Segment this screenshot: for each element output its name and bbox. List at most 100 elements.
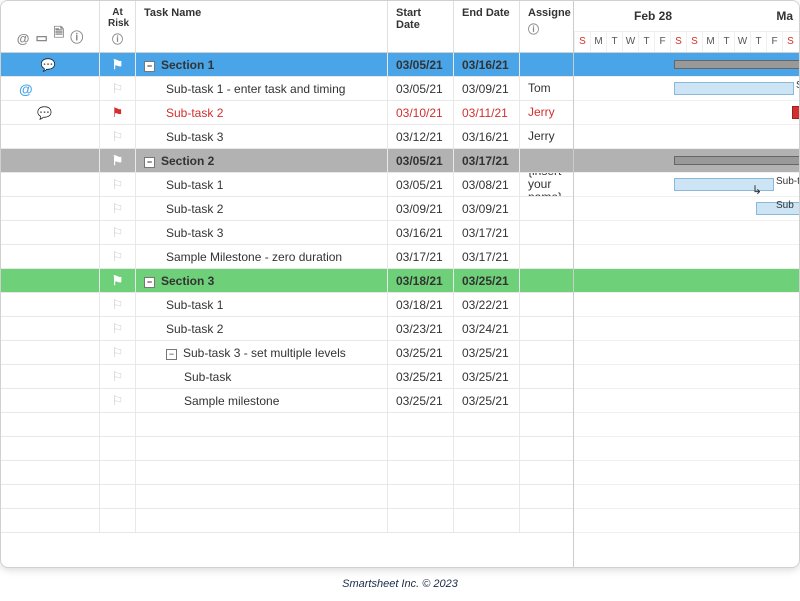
- cell-task-name[interactable]: −Sub-task 3 - set multiple levels: [135, 341, 387, 364]
- cell-start-date[interactable]: [387, 461, 453, 484]
- cell-start-date[interactable]: 03/16/21: [387, 221, 453, 244]
- cell-task-name[interactable]: Sub-task 3: [135, 125, 387, 148]
- cell-atrisk[interactable]: ⚐: [99, 125, 135, 148]
- cell-task-name[interactable]: Sub-task: [135, 365, 387, 388]
- cell-assignee[interactable]: [519, 221, 573, 244]
- cell-end-date[interactable]: 03/17/21: [453, 245, 519, 268]
- flag-icon[interactable]: ⚐: [112, 393, 124, 409]
- cell-task-name[interactable]: Sub-task 2: [135, 101, 387, 124]
- task-row[interactable]: @⚐Sub-task 1 - enter task and timing03/0…: [1, 77, 573, 101]
- collapse-toggle[interactable]: −: [144, 61, 155, 72]
- cell-end-date[interactable]: [453, 485, 519, 508]
- cell-assignee[interactable]: [519, 149, 573, 172]
- task-row[interactable]: ⚐Sub-task 103/18/2103/22/21: [1, 293, 573, 317]
- cell-start-date[interactable]: 03/25/21: [387, 365, 453, 388]
- cell-end-date[interactable]: 03/09/21: [453, 77, 519, 100]
- cell-start-date[interactable]: 03/23/21: [387, 317, 453, 340]
- flag-icon[interactable]: ⚐: [112, 129, 124, 145]
- cell-end-date[interactable]: 03/17/21: [453, 221, 519, 244]
- task-row[interactable]: ⚐Sub-task 303/12/2103/16/21Jerry: [1, 125, 573, 149]
- cell-atrisk[interactable]: [99, 461, 135, 484]
- cell-task-name[interactable]: −Section 2: [135, 149, 387, 172]
- cell-assignee[interactable]: [519, 389, 573, 412]
- cell-atrisk[interactable]: ⚐: [99, 197, 135, 220]
- cell-atrisk[interactable]: [99, 509, 135, 532]
- cell-task-name[interactable]: Sub-task 3: [135, 221, 387, 244]
- col-header-end[interactable]: End Date: [453, 1, 519, 52]
- cell-end-date[interactable]: [453, 437, 519, 460]
- cell-end-date[interactable]: 03/25/21: [453, 269, 519, 292]
- cell-assignee[interactable]: [519, 197, 573, 220]
- cell-task-name[interactable]: Sample milestone: [135, 389, 387, 412]
- cell-assignee[interactable]: [519, 413, 573, 436]
- flag-icon[interactable]: ⚑: [112, 57, 124, 73]
- cell-atrisk[interactable]: ⚐: [99, 173, 135, 196]
- cell-end-date[interactable]: 03/25/21: [453, 365, 519, 388]
- cell-end-date[interactable]: 03/25/21: [453, 389, 519, 412]
- cell-atrisk[interactable]: ⚐: [99, 365, 135, 388]
- cell-assignee[interactable]: [519, 317, 573, 340]
- cell-atrisk[interactable]: ⚐: [99, 341, 135, 364]
- cell-assignee[interactable]: Tom: [519, 77, 573, 100]
- cell-start-date[interactable]: 03/05/21: [387, 173, 453, 196]
- flag-icon[interactable]: ⚐: [112, 81, 124, 97]
- cell-atrisk[interactable]: ⚐: [99, 245, 135, 268]
- task-row[interactable]: ⚐Sample milestone03/25/2103/25/21: [1, 389, 573, 413]
- flag-icon[interactable]: ⚐: [112, 321, 124, 337]
- section-row[interactable]: ⚑−Section 203/05/2103/17/21: [1, 149, 573, 173]
- cell-atrisk[interactable]: [99, 413, 135, 436]
- flag-icon[interactable]: ⚐: [112, 225, 124, 241]
- cell-task-name[interactable]: [135, 509, 387, 532]
- cell-end-date[interactable]: [453, 461, 519, 484]
- task-row[interactable]: ⚐Sample Milestone - zero duration03/17/2…: [1, 245, 573, 269]
- cell-task-name[interactable]: [135, 485, 387, 508]
- cell-assignee[interactable]: [519, 509, 573, 532]
- cell-start-date[interactable]: 03/10/21: [387, 101, 453, 124]
- section-row[interactable]: @💬⚑−Section 103/05/2103/16/21: [1, 53, 573, 77]
- cell-start-date[interactable]: 03/25/21: [387, 389, 453, 412]
- cell-atrisk[interactable]: ⚐: [99, 317, 135, 340]
- cell-assignee[interactable]: [519, 245, 573, 268]
- cell-end-date[interactable]: 03/16/21: [453, 125, 519, 148]
- cell-assignee[interactable]: [519, 461, 573, 484]
- col-header-task[interactable]: Task Name: [135, 1, 387, 52]
- at-icon[interactable]: @: [19, 81, 33, 97]
- cell-assignee[interactable]: Jerry: [519, 125, 573, 148]
- cell-atrisk[interactable]: ⚑: [99, 269, 135, 292]
- cell-atrisk[interactable]: ⚐: [99, 77, 135, 100]
- flag-icon[interactable]: ⚑: [112, 153, 124, 169]
- cell-assignee[interactable]: [519, 437, 573, 460]
- cell-assignee[interactable]: [519, 485, 573, 508]
- task-row[interactable]: 💬⚑Sub-task 203/10/2103/11/21Jerry: [1, 101, 573, 125]
- task-row[interactable]: ⚐Sub-task 203/23/2103/24/21: [1, 317, 573, 341]
- cell-atrisk[interactable]: ⚐: [99, 221, 135, 244]
- cell-assignee[interactable]: [519, 269, 573, 292]
- cell-task-name[interactable]: [135, 437, 387, 460]
- cell-assignee[interactable]: [519, 53, 573, 76]
- cell-assignee[interactable]: [519, 341, 573, 364]
- col-header-assignee[interactable]: Assigne ⓘ: [519, 1, 573, 52]
- cell-task-name[interactable]: [135, 461, 387, 484]
- collapse-toggle[interactable]: −: [144, 157, 155, 168]
- task-row[interactable]: ⚐Sub-task 203/09/2103/09/21: [1, 197, 573, 221]
- cell-atrisk[interactable]: ⚐: [99, 389, 135, 412]
- cell-task-name[interactable]: Sub-task 1 - enter task and timing: [135, 77, 387, 100]
- gantt-bar[interactable]: [792, 106, 799, 119]
- flag-icon[interactable]: ⚑: [112, 273, 124, 289]
- flag-icon[interactable]: ⚐: [112, 297, 124, 313]
- cell-end-date[interactable]: 03/09/21: [453, 197, 519, 220]
- task-row[interactable]: [1, 413, 573, 437]
- comment-icon[interactable]: 💬: [37, 106, 52, 120]
- collapse-toggle[interactable]: −: [166, 349, 177, 360]
- cell-atrisk[interactable]: ⚑: [99, 53, 135, 76]
- cell-end-date[interactable]: 03/24/21: [453, 317, 519, 340]
- cell-task-name[interactable]: Sub-task 1: [135, 173, 387, 196]
- task-row[interactable]: [1, 437, 573, 461]
- section-row[interactable]: ⚑−Section 303/18/2103/25/21: [1, 269, 573, 293]
- cell-end-date[interactable]: 03/08/21: [453, 173, 519, 196]
- cell-assignee[interactable]: [519, 365, 573, 388]
- cell-start-date[interactable]: 03/17/21: [387, 245, 453, 268]
- cell-start-date[interactable]: 03/05/21: [387, 77, 453, 100]
- cell-start-date[interactable]: 03/18/21: [387, 293, 453, 316]
- cell-assignee[interactable]: {insert your name}: [519, 173, 573, 196]
